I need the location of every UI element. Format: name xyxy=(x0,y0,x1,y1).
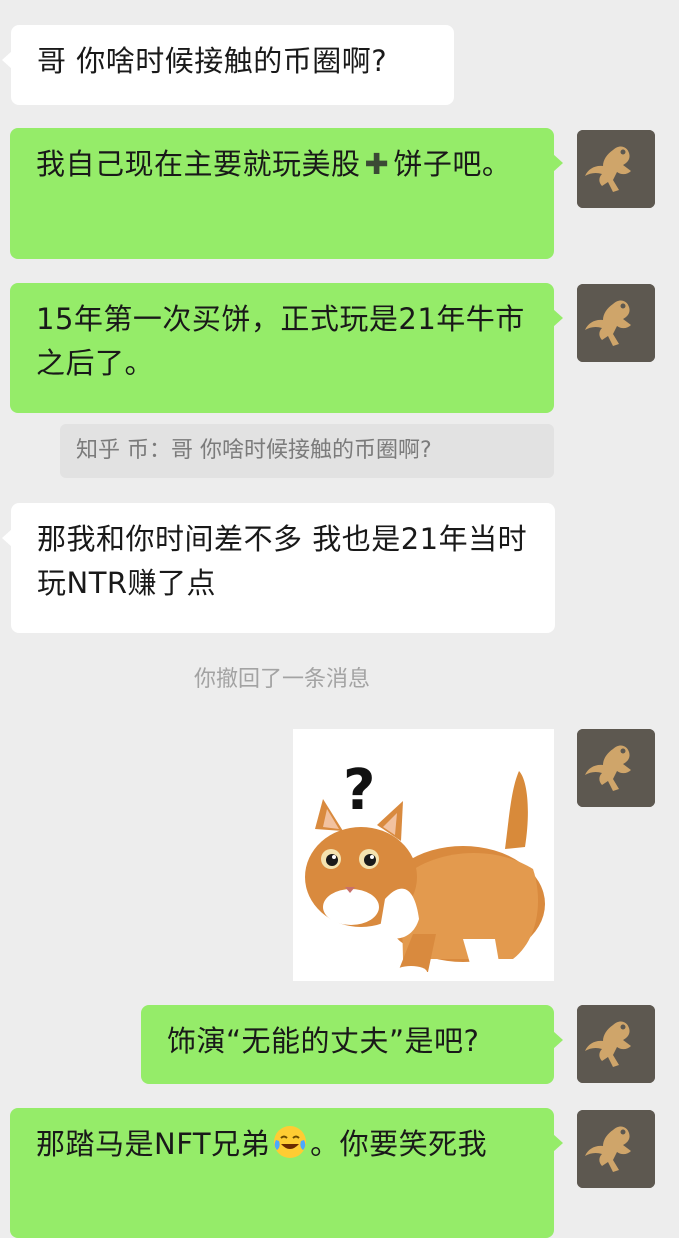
bird-logo-icon xyxy=(577,729,655,807)
outgoing-message-bubble[interactable]: 我自己现在主要就玩美股 ✚ 饼子吧。 xyxy=(10,128,563,259)
recall-notice: 你撤回了一条消息 xyxy=(0,662,564,698)
incoming-message-bubble[interactable]: 哥 你啥时候接触的币圈啊? xyxy=(2,25,454,105)
incoming-message-bubble[interactable]: 那我和你时间差不多 我也是21年当时玩NTR赚了点 xyxy=(2,503,555,633)
message-text: 饰演“无能的丈夫”是吧? xyxy=(167,1024,480,1058)
message-text-continued: 饼子吧。 xyxy=(393,147,512,181)
outgoing-message-bubble[interactable]: 15年第一次买饼，正式玩是21年牛市之后了。 xyxy=(10,283,563,413)
message-text: 15年第一次买饼，正式玩是21年牛市之后了。 xyxy=(36,302,525,380)
bird-logo-icon xyxy=(577,1005,655,1083)
user-avatar[interactable] xyxy=(577,1005,655,1083)
laughing-crying-emoji-icon xyxy=(272,1124,308,1160)
question-mark: ? xyxy=(343,758,375,823)
bird-logo-icon xyxy=(577,130,655,208)
recall-notice-text: 你撤回了一条消息 xyxy=(193,667,370,692)
message-text: 我自己现在主要就玩美股 xyxy=(36,147,361,181)
bird-logo-icon xyxy=(577,1110,655,1188)
message-text: 那踏马是NFT兄弟 xyxy=(36,1127,271,1161)
cat-sticker[interactable]: ? xyxy=(293,729,554,981)
plus-icon: ✚ xyxy=(364,147,390,181)
message-text: 哥 你啥时候接触的币圈啊? xyxy=(37,44,388,78)
message-text: 那我和你时间差不多 我也是21年当时玩NTR赚了点 xyxy=(37,522,528,600)
message-text-continued: 。你要笑死我 xyxy=(310,1127,488,1161)
outgoing-message-bubble[interactable]: 那踏马是NFT兄弟 。你要笑死我 xyxy=(10,1108,563,1238)
user-avatar[interactable] xyxy=(577,729,655,807)
user-avatar[interactable] xyxy=(577,1110,655,1188)
outgoing-message-bubble[interactable]: 饰演“无能的丈夫”是吧? xyxy=(141,1005,563,1084)
bird-logo-icon xyxy=(577,284,655,362)
user-avatar[interactable] xyxy=(577,284,655,362)
quoted-text: 知乎 币：哥 你啥时候接触的币圈啊? xyxy=(76,438,432,463)
confused-cat-sticker-icon: ? xyxy=(293,729,554,981)
user-avatar[interactable] xyxy=(577,130,655,208)
quoted-message[interactable]: 知乎 币：哥 你啥时候接触的币圈啊? xyxy=(60,424,554,478)
